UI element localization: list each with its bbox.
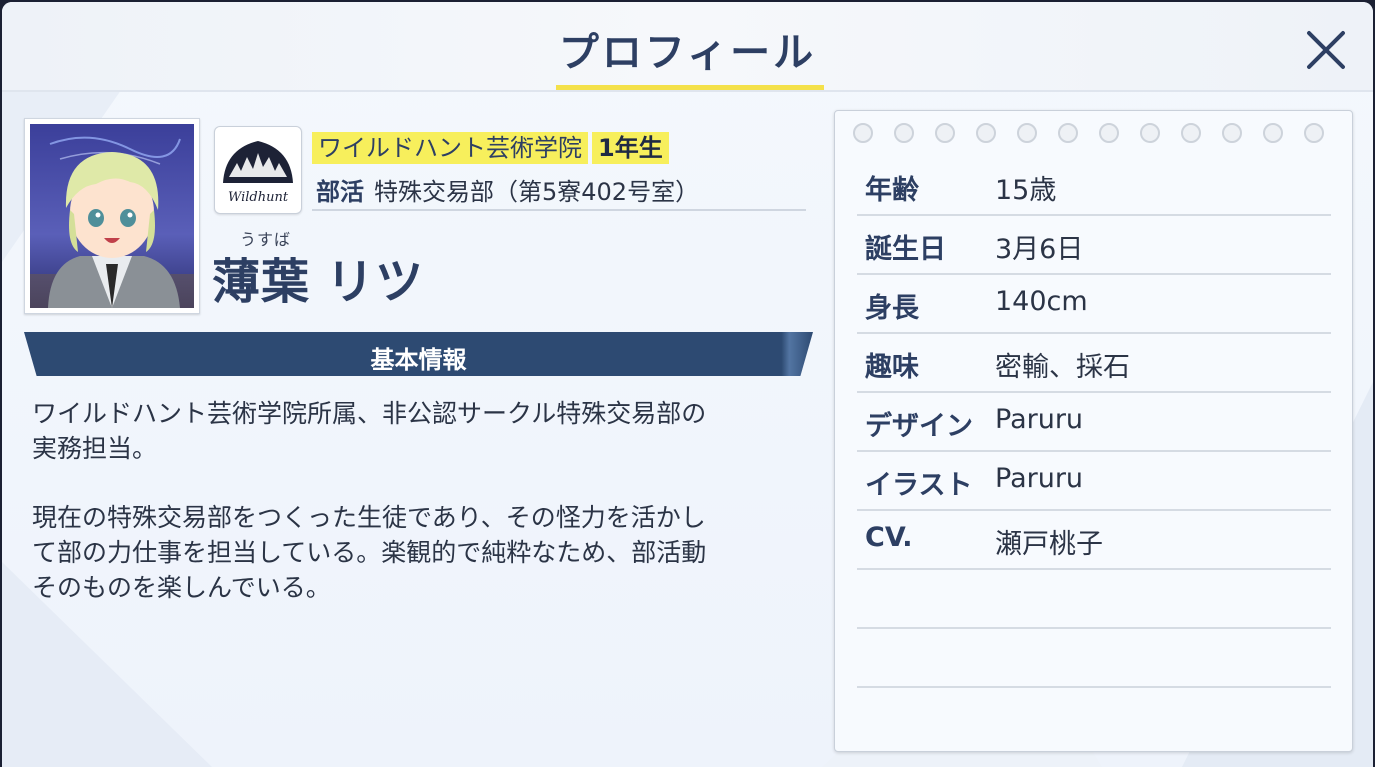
section-title: 基本情報 [370, 346, 467, 374]
row-label: イラスト [865, 470, 973, 501]
row-value: 3月6日 [995, 234, 1084, 265]
profile-dialog: プロフィール Wildhunt ワイルドハント芸術学院 1年生 部活 特殊交易部… [2, 2, 1373, 767]
club-line: 部活 特殊交易部（第5寮402号室） [316, 172, 699, 207]
profile-row-height: 身長 140cm [857, 274, 1331, 334]
character-portrait-image [30, 124, 194, 308]
binder-hole [1017, 123, 1037, 143]
binder-hole [1099, 123, 1119, 143]
dialog-title: プロフィール [558, 30, 817, 76]
info-divider [312, 209, 806, 211]
row-label: 年齢 [865, 175, 919, 206]
binder-hole [1181, 123, 1201, 143]
profile-row-birthday: 誕生日 3月6日 [857, 215, 1331, 275]
binder-hole [935, 123, 955, 143]
school-emblem: Wildhunt [214, 126, 302, 214]
school-name: ワイルドハント芸術学院 [312, 132, 588, 164]
row-value: 15歳 [995, 175, 1057, 206]
description-paragraph: ワイルドハント芸術学院所属、非公認サークル特殊交易部の 実務担当。 [32, 399, 707, 463]
profile-row-cv: CV. 瀬戸桃子 [857, 510, 1331, 570]
row-label: 趣味 [865, 352, 919, 383]
binder-hole [976, 123, 996, 143]
row-value: 瀬戸桃子 [995, 529, 1103, 560]
family-name: 薄葉 [212, 254, 311, 310]
club-label: 部活 [316, 178, 364, 206]
profile-notebook: 年齢 15歳 誕生日 3月6日 身長 140cm 趣味 密輸、採石 デザイン P… [834, 110, 1353, 752]
character-name: 薄葉 リツ [212, 242, 424, 312]
binder-hole [1058, 123, 1078, 143]
description: ワイルドハント芸術学院所属、非公認サークル特殊交易部の 実務担当。 現在の特殊交… [32, 396, 807, 639]
binder-hole [1222, 123, 1242, 143]
binder-hole [1140, 123, 1160, 143]
school-line: ワイルドハント芸術学院 1年生 [312, 132, 669, 164]
profile-row-illustration: イラスト Paruru [857, 451, 1331, 511]
close-button[interactable] [1302, 26, 1350, 74]
row-value: Paruru [995, 404, 1084, 435]
row-value: 140cm [995, 286, 1088, 317]
binder-hole [894, 123, 914, 143]
character-portrait [24, 118, 200, 314]
binder-hole [853, 123, 873, 143]
row-value: 密輸、採石 [995, 352, 1130, 383]
row-label: 誕生日 [865, 234, 946, 265]
row-label: CV. [865, 522, 913, 553]
binder-hole [1263, 123, 1283, 143]
profile-row-hobby: 趣味 密輸、採石 [857, 333, 1331, 393]
emblem-text: Wildhunt [228, 190, 289, 205]
grade-badge: 1年生 [592, 132, 669, 164]
profile-row-age: 年齢 15歳 [857, 156, 1331, 216]
profile-row-empty [857, 569, 1331, 629]
wildhunt-logo-icon: Wildhunt [223, 141, 293, 205]
description-paragraph: 現在の特殊交易部をつくった生徒であり、その怪力を活かし て部の力仕事を担当してい… [32, 503, 707, 602]
row-value: Paruru [995, 463, 1084, 494]
row-label: デザイン [865, 411, 973, 442]
profile-row-design: デザイン Paruru [857, 392, 1331, 452]
title-underline [556, 85, 824, 90]
profile-row-empty [857, 628, 1331, 688]
given-name: リツ [326, 254, 425, 310]
row-label: 身長 [865, 293, 919, 324]
binder-hole [1304, 123, 1324, 143]
club-value: 特殊交易部（第5寮402号室） [374, 178, 700, 206]
